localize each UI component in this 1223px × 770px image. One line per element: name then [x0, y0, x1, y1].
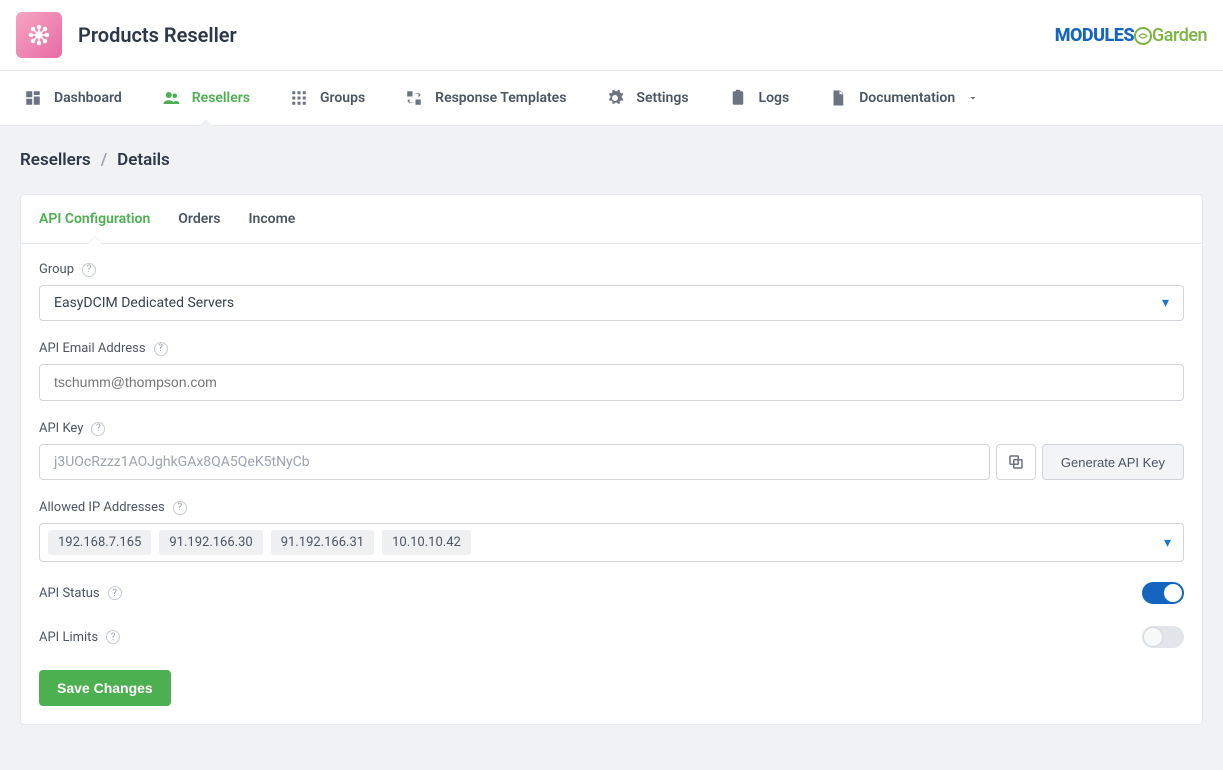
- email-row: API Email Address ?: [39, 341, 1184, 401]
- apikey-value: j3UOcRzzz1AOJghkGAx8QA5QeK5tNyCb: [54, 454, 310, 470]
- nav-logs[interactable]: Logs: [713, 71, 806, 125]
- app-title: Products Reseller: [78, 23, 237, 47]
- group-row: Group ? EasyDCIM Dedicated Servers ▾: [39, 262, 1184, 321]
- breadcrumb-current: Details: [117, 150, 170, 170]
- email-input-wrapper: [39, 364, 1184, 401]
- generate-api-key-button[interactable]: Generate API Key: [1042, 444, 1184, 480]
- allowed-ips-input[interactable]: 192.168.7.165 91.192.166.30 91.192.166.3…: [39, 523, 1184, 562]
- copy-button[interactable]: [996, 444, 1036, 480]
- ip-chip[interactable]: 91.192.166.30: [159, 530, 262, 555]
- nav-settings-label: Settings: [636, 90, 688, 106]
- nav-groups-label: Groups: [320, 90, 365, 106]
- people-icon: [162, 89, 180, 107]
- copy-icon: [1007, 453, 1025, 471]
- page-body: Resellers / Details API Configuration Or…: [0, 126, 1223, 749]
- save-changes-button[interactable]: Save Changes: [39, 670, 171, 706]
- nav-response-templates[interactable]: Response Templates: [389, 71, 582, 125]
- group-label: Group: [39, 262, 74, 277]
- email-input[interactable]: [54, 374, 1169, 390]
- nav-resellers[interactable]: Resellers: [146, 71, 266, 125]
- form-area: Group ? EasyDCIM Dedicated Servers ▾ API…: [21, 244, 1202, 724]
- chevron-down-icon: ▾: [1162, 295, 1169, 311]
- transfer-icon: [405, 89, 423, 107]
- nav-dashboard-label: Dashboard: [54, 90, 122, 106]
- gear-icon: [606, 89, 624, 107]
- allowed-ips-row: Allowed IP Addresses ? 192.168.7.165 91.…: [39, 500, 1184, 562]
- app-icon: [16, 12, 62, 58]
- tab-orders[interactable]: Orders: [178, 195, 220, 243]
- chevron-down-icon: [967, 92, 979, 104]
- email-label: API Email Address: [39, 341, 146, 356]
- brand-garden-text: Garden: [1134, 25, 1207, 46]
- help-icon[interactable]: ?: [91, 422, 105, 436]
- dashboard-icon: [24, 89, 42, 107]
- api-status-toggle[interactable]: [1142, 582, 1184, 604]
- group-select[interactable]: EasyDCIM Dedicated Servers ▾: [39, 285, 1184, 321]
- chevron-down-icon: ▾: [1164, 535, 1171, 551]
- help-icon[interactable]: ?: [108, 586, 122, 600]
- brand-left: Products Reseller: [16, 12, 237, 58]
- nav-groups[interactable]: Groups: [274, 71, 381, 125]
- nav-documentation[interactable]: Documentation: [813, 71, 995, 125]
- globe-icon: [1134, 27, 1152, 45]
- document-icon: [829, 89, 847, 107]
- details-card: API Configuration Orders Income Group ? …: [20, 194, 1203, 725]
- ip-chip[interactable]: 10.10.10.42: [382, 530, 471, 555]
- ip-chip[interactable]: 192.168.7.165: [48, 530, 151, 555]
- nav-logs-label: Logs: [759, 90, 790, 106]
- clipboard-icon: [729, 89, 747, 107]
- brand-modules-text: MODULES: [1055, 25, 1134, 46]
- nav-dashboard[interactable]: Dashboard: [8, 71, 138, 125]
- apikey-input[interactable]: j3UOcRzzz1AOJghkGAx8QA5QeK5tNyCb: [39, 444, 990, 480]
- allowed-ips-label: Allowed IP Addresses: [39, 500, 165, 515]
- breadcrumb-root[interactable]: Resellers: [20, 150, 91, 170]
- api-limits-toggle[interactable]: [1142, 626, 1184, 648]
- api-limits-label: API Limits: [39, 630, 98, 645]
- api-status-row: API Status ?: [39, 582, 1184, 604]
- breadcrumb-sep: /: [101, 150, 107, 170]
- main-nav: Dashboard Resellers Groups Response Temp…: [0, 70, 1223, 126]
- top-header: Products Reseller MODULES Garden: [0, 0, 1223, 70]
- apikey-label: API Key: [39, 421, 83, 436]
- brand-logo: MODULES Garden: [1055, 25, 1207, 46]
- group-value: EasyDCIM Dedicated Servers: [54, 295, 234, 311]
- apikey-row-section: API Key ? j3UOcRzzz1AOJghkGAx8QA5QeK5tNy…: [39, 421, 1184, 480]
- api-limits-row: API Limits ?: [39, 626, 1184, 648]
- help-icon[interactable]: ?: [154, 342, 168, 356]
- nav-response-templates-label: Response Templates: [435, 90, 566, 106]
- help-icon[interactable]: ?: [173, 501, 187, 515]
- nav-documentation-label: Documentation: [859, 90, 955, 106]
- help-icon[interactable]: ?: [106, 630, 120, 644]
- tabs: API Configuration Orders Income: [21, 195, 1202, 244]
- ip-chip[interactable]: 91.192.166.31: [271, 530, 374, 555]
- breadcrumb: Resellers / Details: [20, 150, 1203, 170]
- brand-garden-label: Garden: [1152, 25, 1207, 46]
- nav-settings[interactable]: Settings: [590, 71, 704, 125]
- nav-resellers-label: Resellers: [192, 90, 250, 106]
- help-icon[interactable]: ?: [82, 263, 96, 277]
- grid-icon: [290, 89, 308, 107]
- tab-api-configuration[interactable]: API Configuration: [39, 195, 150, 243]
- api-status-label: API Status: [39, 586, 100, 601]
- tab-income[interactable]: Income: [249, 195, 296, 243]
